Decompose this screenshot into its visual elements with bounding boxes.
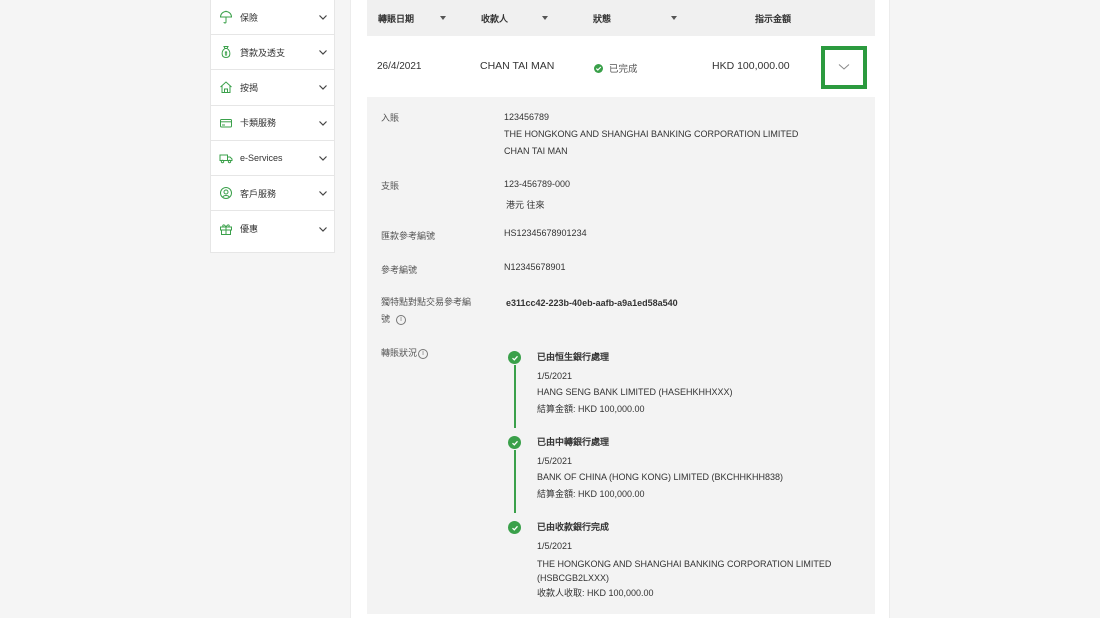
sidebar-item-label: 客戶服務 bbox=[240, 188, 277, 199]
credit-bank-name: THE HONGKONG AND SHANGHAI BANKING CORPOR… bbox=[504, 129, 799, 139]
sort-by-date[interactable]: 轉賬日期 bbox=[378, 0, 447, 36]
transfer-status-label-wrap: 轉賬狀況 i bbox=[381, 346, 429, 361]
check-circle-icon bbox=[594, 63, 603, 73]
sidebar: 保險 貸款及透支 按揭 卡類服務 e-Services 客戶服務 優惠 bbox=[210, 0, 335, 253]
sidebar-item-insurance[interactable]: 保險 bbox=[211, 0, 334, 36]
sidebar-item-label: 保險 bbox=[240, 12, 259, 23]
sort-by-payee[interactable]: 收款人 bbox=[481, 0, 549, 36]
credit-account-name: CHAN TAI MAN bbox=[504, 146, 568, 156]
column-header-date: 轉賬日期 bbox=[378, 13, 415, 24]
reference-value: N12345678901 bbox=[504, 262, 566, 272]
chevron-down-icon bbox=[318, 12, 328, 22]
column-header-status: 狀態 bbox=[593, 13, 612, 24]
timeline-step-bank-code: (HSBCGB2LXXX) bbox=[537, 573, 610, 583]
collapse-details-button[interactable] bbox=[821, 46, 867, 89]
page: 保險 貸款及透支 按揭 卡類服務 e-Services 客戶服務 優惠 轉賬日期… bbox=[0, 0, 1100, 618]
timeline-step-date: 1/5/2021 bbox=[537, 541, 573, 551]
transfer-details: 入賬 123456789 THE HONGKONG AND SHANGHAI B… bbox=[367, 97, 875, 614]
sort-caret-icon bbox=[440, 16, 447, 20]
chevron-down-icon bbox=[318, 47, 328, 57]
timeline-step-title: 已由恒生銀行處理 bbox=[537, 352, 610, 362]
house-icon bbox=[219, 80, 233, 94]
uetr-label-line2: 號 bbox=[381, 314, 391, 324]
sidebar-item-offers[interactable]: 優惠 bbox=[211, 211, 334, 246]
sort-caret-icon bbox=[542, 16, 549, 20]
timeline-step-title: 已由收款銀行完成 bbox=[537, 522, 610, 532]
check-circle-icon bbox=[508, 436, 521, 449]
status-badge: 已完成 bbox=[594, 61, 638, 75]
sidebar-item-label: 卡類服務 bbox=[240, 118, 277, 129]
remittance-ref-value: HS12345678901234 bbox=[504, 228, 587, 238]
truck-icon bbox=[219, 151, 233, 165]
timeline-step-amount: 收款人收取: HKD 100,000.00 bbox=[537, 588, 654, 598]
uetr-label-line1: 獨特點對點交易參考編 bbox=[381, 297, 472, 307]
sidebar-item-label: 優惠 bbox=[240, 224, 259, 235]
credit-account-label: 入賬 bbox=[381, 113, 400, 123]
remittance-ref-label: 匯款參考編號 bbox=[381, 231, 436, 241]
timeline-step-bank: BANK OF CHINA (HONG KONG) LIMITED (BKCHH… bbox=[537, 472, 784, 482]
chevron-down-icon bbox=[318, 118, 328, 128]
credit-account-number: 123456789 bbox=[504, 112, 550, 122]
uetr-label-line2-wrap: 號 i bbox=[381, 312, 407, 327]
info-icon[interactable]: i bbox=[396, 314, 407, 325]
debit-account-label: 支賬 bbox=[381, 181, 400, 191]
check-circle-icon bbox=[508, 351, 521, 364]
uetr-value: e311cc42-223b-40eb-aafb-a9a1ed58a540 bbox=[506, 298, 678, 308]
timeline-step-amount: 結算金額: HKD 100,000.00 bbox=[537, 489, 645, 499]
sidebar-item-mortgage[interactable]: 按揭 bbox=[211, 70, 334, 106]
timeline-step-title: 已由中轉銀行處理 bbox=[537, 437, 610, 447]
column-header-amount: 指示金額 bbox=[755, 13, 792, 24]
chevron-down-icon bbox=[318, 224, 328, 234]
transfer-date: 26/4/2021 bbox=[377, 61, 422, 72]
sidebar-item-customer-service[interactable]: 客戶服務 bbox=[211, 176, 334, 212]
column-header-payee: 收款人 bbox=[481, 13, 509, 24]
timeline-step-amount: 結算金額: HKD 100,000.00 bbox=[537, 404, 645, 414]
timeline-connector bbox=[514, 450, 516, 513]
status-text: 已完成 bbox=[609, 64, 638, 75]
payee-name: CHAN TAI MAN bbox=[480, 60, 555, 72]
transfer-status-label: 轉賬狀況 bbox=[381, 348, 418, 358]
money-bag-icon bbox=[219, 45, 233, 59]
sidebar-item-label: 按揭 bbox=[240, 82, 259, 93]
timeline-step-date: 1/5/2021 bbox=[537, 456, 573, 466]
sidebar-item-label: e-Services bbox=[240, 152, 283, 163]
debit-account-number: 123-456789-000 bbox=[504, 179, 571, 189]
chevron-down-icon bbox=[318, 153, 328, 163]
chevron-down-icon bbox=[838, 62, 850, 74]
chevron-down-icon bbox=[318, 82, 328, 92]
timeline-connector bbox=[514, 365, 516, 428]
transfer-history-panel: 轉賬日期 收款人 狀態 指示金額 26/4/2021 CHAN TAI MAN bbox=[350, 0, 890, 618]
sidebar-item-eservices[interactable]: e-Services bbox=[211, 141, 334, 176]
gift-icon bbox=[219, 222, 233, 236]
info-icon[interactable]: i bbox=[418, 348, 429, 359]
reference-label: 參考編號 bbox=[381, 265, 418, 275]
sidebar-item-loans[interactable]: 貸款及透支 bbox=[211, 35, 334, 71]
table-header: 轉賬日期 收款人 狀態 指示金額 bbox=[367, 0, 875, 36]
timeline-step-date: 1/5/2021 bbox=[537, 371, 573, 381]
sidebar-item-cards[interactable]: 卡類服務 bbox=[211, 106, 334, 141]
debit-account-type: 港元 往來 bbox=[506, 200, 545, 210]
chevron-down-icon bbox=[318, 188, 328, 198]
timeline-step-bank: HANG SENG BANK LIMITED (HASEHKHHXXX) bbox=[537, 387, 733, 397]
sidebar-item-label: 貸款及透支 bbox=[240, 47, 286, 58]
check-circle-icon bbox=[508, 521, 521, 534]
sort-by-status[interactable]: 狀態 bbox=[593, 0, 678, 36]
umbrella-icon bbox=[219, 10, 233, 24]
table-row[interactable]: 26/4/2021 CHAN TAI MAN 已完成 HKD 100,000.0… bbox=[367, 36, 875, 96]
card-icon bbox=[219, 116, 233, 130]
amount: HKD 100,000.00 bbox=[712, 60, 790, 72]
headset-icon bbox=[219, 186, 233, 200]
timeline-step-bank: THE HONGKONG AND SHANGHAI BANKING CORPOR… bbox=[537, 559, 832, 569]
sort-caret-icon bbox=[671, 16, 678, 20]
column-header-amount-wrap: 指示金額 bbox=[755, 0, 791, 36]
